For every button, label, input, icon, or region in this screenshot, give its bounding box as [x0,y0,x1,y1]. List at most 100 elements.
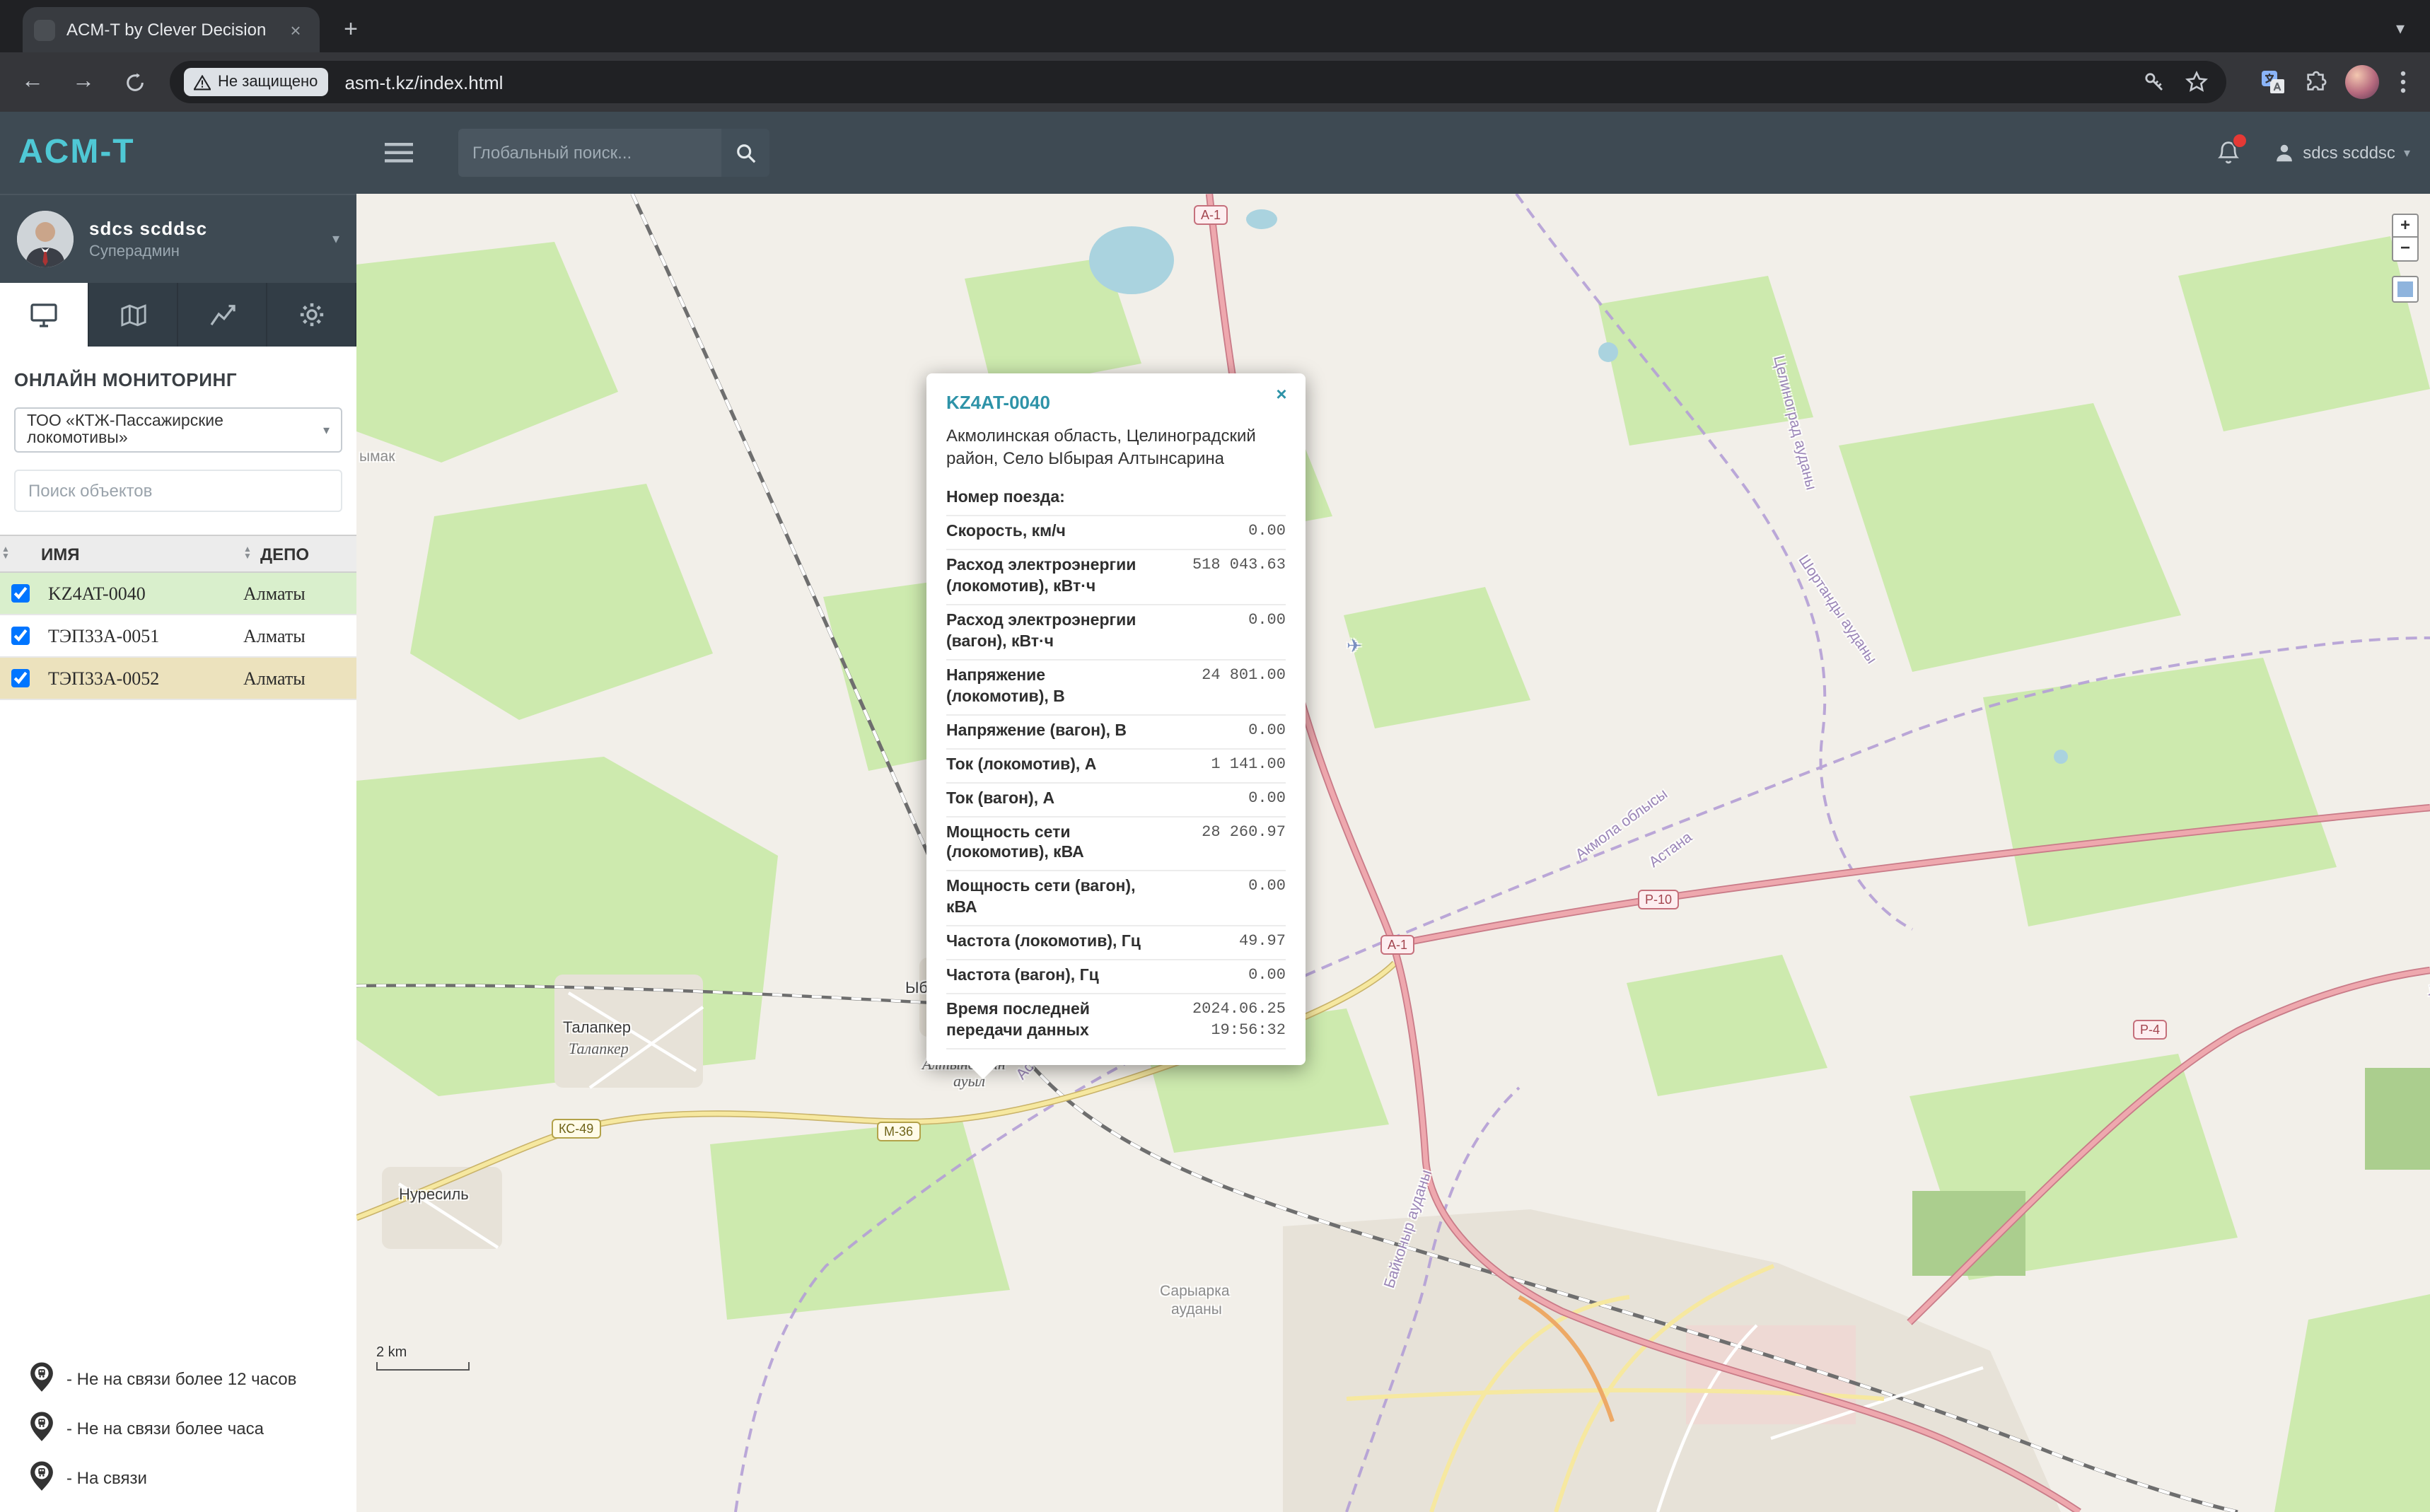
popup-row: Расход электроэнергии (вагон), кВт·ч0.00 [946,605,1286,661]
person-icon [2274,143,2294,163]
object-search-input[interactable] [14,470,342,512]
district-label: Сарыарка [1160,1283,1230,1300]
global-search-button[interactable] [721,129,769,177]
tab-strip: ACM-T by Clever Decision × + ▾ [0,0,2430,52]
security-chip[interactable]: Не защищено [184,68,327,96]
gear-icon [298,301,325,328]
zoom-out-button[interactable]: − [2392,238,2419,262]
sort-column-checkbox[interactable]: ▲▼ [0,535,40,572]
forward-button[interactable]: → [65,64,102,100]
global-search [458,129,769,177]
popup-row: Время последней передачи данных2024.06.2… [946,994,1286,1049]
popup-row: Номер поезда: [946,482,1286,516]
notification-badge [2232,133,2248,149]
popup-title: KZ4AT-0040 [946,392,1286,413]
place-label: Нуресиль [399,1187,469,1204]
profile-block[interactable]: sdcs scddsc Суперадмин ▾ [0,194,356,283]
back-button[interactable]: ← [14,64,51,100]
hamburger-menu-icon[interactable] [382,136,416,170]
row-checkbox[interactable] [11,626,30,644]
zoom-in-button[interactable]: + [2392,214,2419,238]
panel-title: ОНЛАЙН МОНИТОРИНГ [14,369,342,390]
map-icon [120,302,146,327]
tab-settings[interactable] [267,283,356,347]
object-name[interactable]: ТЭП33А-0052 [40,657,242,699]
url-text[interactable]: asm-t.kz/index.html [344,71,2127,93]
place-label: ымак [359,448,395,465]
road-badge: КС-49 [552,1119,600,1139]
layers-icon [2397,281,2413,297]
object-name[interactable]: KZ4AT-0040 [40,572,242,615]
place-label: Талапкер [563,1020,631,1037]
profile-caret-icon[interactable]: ▾ [332,231,339,247]
tab-map[interactable] [89,283,178,347]
browser-menu-icon[interactable] [2390,66,2416,98]
bookmark-star-icon[interactable] [2181,66,2212,98]
row-checkbox[interactable] [11,668,30,687]
legend-label: - На связи [66,1468,147,1488]
security-label: Не защищено [218,74,318,91]
popup-close-icon[interactable]: × [1270,383,1293,406]
profile-name: sdcs scddsc [89,218,332,239]
object-name[interactable]: ТЭП33А-0051 [40,615,242,657]
password-key-icon[interactable] [2139,66,2170,98]
site-favicon [34,19,55,40]
tab-reports[interactable] [178,283,267,347]
popup-row: Напряжение (вагон), В0.00 [946,715,1286,749]
tab-monitoring[interactable] [0,283,89,347]
column-depot-label: ДЕПО [260,544,309,564]
road-badge: А-1 [1194,205,1228,225]
popup-row: Ток (вагон), А0.00 [946,783,1286,817]
status-legend: - Не на связи более 12 часов - Не на свя… [17,1347,296,1495]
select-caret-icon: ▾ [323,422,330,438]
monitor-icon [30,302,58,327]
road-badge: А-1 [1380,935,1414,955]
road-badge: Р-4 [2133,1020,2167,1040]
extensions-icon[interactable] [2300,66,2331,98]
new-tab-button[interactable]: + [334,13,368,47]
map-canvas[interactable]: А-1 А-1 Р-10 Р-4 КС-49 М-36 ымак Талапке… [356,194,2430,1512]
browser-window: ACM-T by Clever Decision × + ▾ ← → Не за… [0,0,2430,1512]
app-logo[interactable]: ACM-T [0,133,356,173]
address-bar[interactable]: Не защищено asm-t.kz/index.html [170,61,2226,103]
object-depot: Алматы [242,615,356,657]
organization-select-value: ТОО «КТЖ-Пассажирские локомотивы» [27,413,323,447]
layers-button[interactable] [2392,276,2419,303]
map-controls: + − [2392,214,2419,303]
tab-search-chevron-icon[interactable]: ▾ [2385,13,2416,44]
global-search-input[interactable] [458,129,721,177]
table-row[interactable]: KZ4AT-0040 Алматы [0,572,356,615]
popup-address: Акмолинская область, Целиноградский райо… [946,426,1286,470]
browser-tab[interactable]: ACM-T by Clever Decision × [23,7,320,52]
translate-icon[interactable] [2257,66,2289,98]
toolbar-right [2246,65,2416,99]
legend-item-offline-12h: - Не на связи более 12 часов [17,1362,296,1396]
reload-button[interactable] [116,64,153,100]
airport-icon: ✈ [1347,635,1362,658]
warning-icon [194,74,211,90]
user-menu[interactable]: sdcs scddsc ▾ [2274,143,2410,163]
column-header-depot[interactable]: ▲▼ДЕПО [242,535,356,572]
map-scale: 2 km [376,1345,470,1371]
tab-title: ACM-T by Clever Decision [66,20,283,40]
organization-select[interactable]: ТОО «КТЖ-Пассажирские локомотивы» ▾ [14,407,342,453]
legend-item-offline-1h: - Не на связи более часа [17,1412,296,1446]
road-badge: М-36 [877,1122,920,1141]
road-badge: Р-10 [1638,890,1679,909]
row-checkbox[interactable] [11,583,30,602]
district-label: ауданы [1171,1301,1222,1318]
user-menu-label: sdcs scddsc [2303,143,2395,163]
marker-yellow-icon [30,1412,54,1446]
column-header-name[interactable]: ИМЯ [40,535,242,572]
table-row[interactable]: ТЭП33А-0052 Алматы [0,657,356,699]
notifications-bell-icon[interactable] [2212,137,2243,168]
popup-row: Мощность сети (локомотив), кВА28 260.97 [946,817,1286,872]
legend-item-online: - На связи [17,1461,296,1495]
browser-profile-avatar[interactable] [2345,65,2379,99]
header-right: sdcs scddsc ▾ [2212,137,2410,168]
tab-close-icon[interactable]: × [283,17,308,42]
object-depot: Алматы [242,657,356,699]
table-row[interactable]: ТЭП33А-0051 Алматы [0,615,356,657]
popup-rows: Номер поезда: Скорость, км/ч0.00 Расход … [946,482,1286,1049]
browser-toolbar: ← → Не защищено asm-t.kz/index.html [0,52,2430,112]
